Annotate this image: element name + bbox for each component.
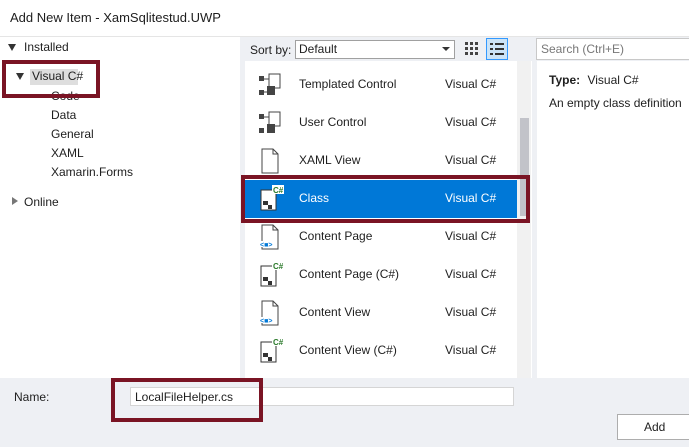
template-name: User Control <box>299 115 367 129</box>
search-input[interactable]: Search (Ctrl+E) <box>536 38 689 60</box>
svg-text:<■>: <■> <box>260 242 272 249</box>
template-name: XAML View <box>299 153 361 167</box>
sort-by-label: Sort by: <box>250 43 292 57</box>
tree-item-general[interactable]: General <box>51 127 94 141</box>
type-row: Type: Visual C# <box>549 73 639 87</box>
user-control-icon <box>255 108 285 138</box>
content-view-csharp-icon: C# <box>255 336 285 366</box>
expand-arrow-icon[interactable] <box>8 44 16 51</box>
svg-text:C#: C# <box>273 338 284 347</box>
highlight-box-class <box>241 175 530 223</box>
type-value: Visual C# <box>587 73 639 87</box>
name-label: Name: <box>14 390 50 404</box>
tree-item-xamarin-forms[interactable]: Xamarin.Forms <box>51 165 133 179</box>
search-placeholder: Search (Ctrl+E) <box>541 42 625 56</box>
list-item[interactable]: <■> Content View Visual C# <box>245 294 517 332</box>
template-description: An empty class definition <box>549 96 682 110</box>
template-language: Visual C# <box>445 343 497 357</box>
template-name: Content Page <box>299 229 373 243</box>
template-language: Visual C# <box>445 267 497 281</box>
window-title: Add New Item - XamSqlitestud.UWP <box>10 10 221 25</box>
template-name: Content View (C#) <box>299 343 397 357</box>
list-view-icon <box>490 43 504 55</box>
details-pane: Type: Visual C# An empty class definitio… <box>537 61 689 378</box>
template-language: Visual C# <box>445 115 497 129</box>
sort-by-dropdown[interactable]: Default <box>295 40 455 59</box>
grid-view-button[interactable] <box>461 38 481 58</box>
template-name: Content Page (C#) <box>299 267 400 281</box>
collapse-arrow-icon[interactable] <box>12 197 18 205</box>
svg-text:C#: C# <box>273 262 284 271</box>
tree-item-data[interactable]: Data <box>51 108 76 122</box>
tree-item-online[interactable]: Online <box>24 195 59 209</box>
template-language: Visual C# <box>445 77 497 91</box>
list-view-button[interactable] <box>486 38 508 60</box>
templated-control-icon <box>255 70 285 100</box>
tree-item-xaml[interactable]: XAML <box>51 146 84 160</box>
chevron-down-icon <box>442 47 450 51</box>
type-label: Type: <box>549 73 581 87</box>
svg-text:<■>: <■> <box>260 318 272 325</box>
template-language: Visual C# <box>445 229 497 243</box>
template-name: Templated Control <box>299 77 397 91</box>
content-page-csharp-icon: C# <box>255 260 285 290</box>
add-button[interactable]: Add <box>617 414 689 440</box>
grid-view-icon <box>465 42 478 55</box>
list-item[interactable]: <■> Content Page Visual C# <box>245 218 517 256</box>
template-name: Content View <box>299 305 371 319</box>
template-language: Visual C# <box>445 153 497 167</box>
content-page-icon: <■> <box>255 222 285 252</box>
add-button-label: Add <box>644 420 666 434</box>
list-item[interactable]: C# Content Page (C#) Visual C# <box>245 256 517 294</box>
content-view-icon: <■> <box>255 298 285 328</box>
list-item[interactable]: C# Content View (C#) Visual C# <box>245 332 517 370</box>
list-item[interactable]: User Control Visual C# <box>245 104 517 142</box>
tree-item-installed[interactable]: Installed <box>24 40 69 54</box>
highlight-box-name <box>111 378 263 422</box>
xaml-view-icon <box>255 146 285 176</box>
template-language: Visual C# <box>445 305 497 319</box>
list-item[interactable]: Templated Control Visual C# <box>245 66 517 104</box>
highlight-box-visual-csharp <box>2 60 100 98</box>
sort-by-value: Default <box>299 42 338 56</box>
